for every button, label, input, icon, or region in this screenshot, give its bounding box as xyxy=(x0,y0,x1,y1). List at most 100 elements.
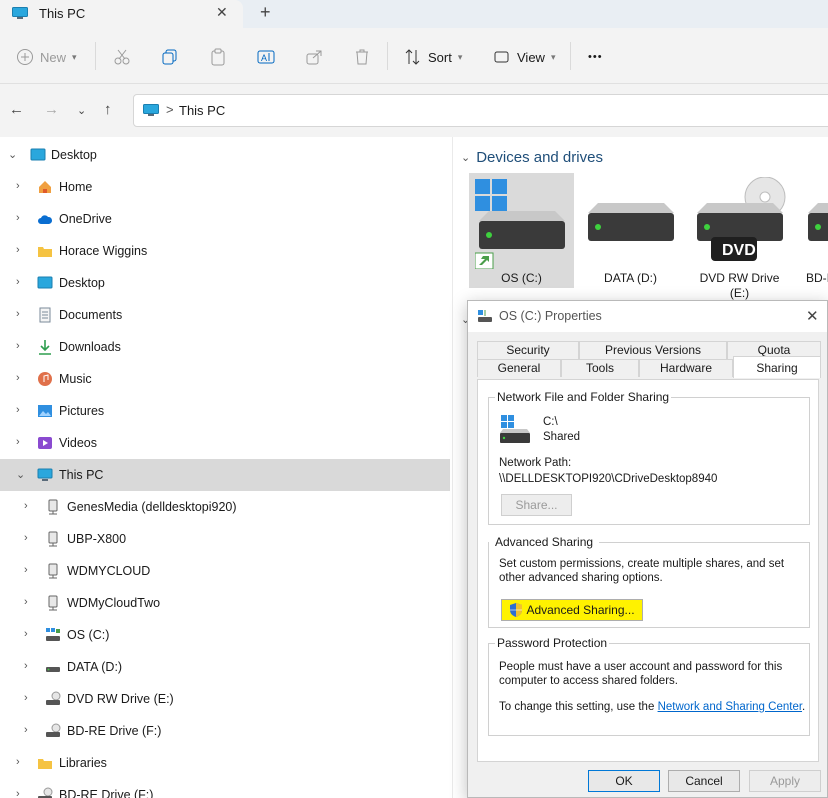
address-bar[interactable]: > This PC xyxy=(133,94,828,127)
tab-security[interactable]: Security xyxy=(477,341,579,359)
nav-item-desktop-root[interactable]: ⌄ Desktop xyxy=(0,139,450,171)
delete-button[interactable] xyxy=(353,46,371,68)
tab-previous-versions[interactable]: Previous Versions xyxy=(579,341,727,359)
chevron-right-icon[interactable]: › xyxy=(16,308,20,320)
tab-close-icon[interactable]: ✕ xyxy=(216,4,228,21)
nav-item-music[interactable]: › Music xyxy=(0,363,450,395)
tab-this-pc[interactable]: This PC ✕ xyxy=(0,0,243,28)
nav-item-label: Desktop xyxy=(59,276,105,290)
chevron-right-icon[interactable]: › xyxy=(16,276,20,288)
chevron-down-icon: ⌄ xyxy=(461,152,471,164)
chevron-right-icon[interactable]: › xyxy=(16,340,20,352)
chevron-right-icon[interactable]: › xyxy=(24,660,28,672)
drive-bd-f[interactable]: BD-I xyxy=(796,173,828,288)
nav-item-dvd-rw-e[interactable]: › DVD RW Drive (E:) xyxy=(0,683,450,715)
network-path-label: Network Path: xyxy=(499,457,572,469)
this-pc-icon xyxy=(143,104,159,116)
drive-data-d[interactable]: DATA (D:) xyxy=(578,173,683,288)
rename-button[interactable]: A xyxy=(257,46,275,68)
new-button[interactable]: New ▾ xyxy=(16,46,77,68)
more-options-button[interactable]: ••• xyxy=(588,46,603,68)
share-button[interactable]: Share... xyxy=(501,494,572,516)
chevron-right-icon[interactable]: › xyxy=(16,404,20,416)
hard-drive-icon xyxy=(588,203,674,241)
tab-general[interactable]: General xyxy=(477,359,561,377)
nav-item-label: WDMYCLOUD xyxy=(67,564,151,578)
tab-hardware[interactable]: Hardware xyxy=(639,359,733,377)
chevron-right-icon[interactable]: › xyxy=(24,532,28,544)
chevron-right-icon[interactable]: › xyxy=(24,500,28,512)
nav-item-os-c[interactable]: › OS (C:) xyxy=(0,619,450,651)
nav-item-this-pc[interactable]: ⌄ This PC xyxy=(0,459,450,491)
chevron-down-icon[interactable]: ⌄ xyxy=(16,468,25,481)
chevron-right-icon[interactable]: › xyxy=(16,244,20,256)
chevron-right-icon[interactable]: › xyxy=(24,564,28,576)
chevron-right-icon[interactable]: › xyxy=(24,692,28,704)
nav-item-data-d[interactable]: › DATA (D:) xyxy=(0,651,450,683)
chevron-right-icon[interactable]: › xyxy=(16,436,20,448)
document-icon xyxy=(39,307,51,323)
network-drive-icon xyxy=(48,595,58,611)
forward-arrow-icon[interactable]: → xyxy=(44,101,59,118)
sort-button[interactable]: Sort ▾ xyxy=(404,46,462,68)
cancel-button[interactable]: Cancel xyxy=(668,770,740,792)
share-button[interactable] xyxy=(305,46,323,68)
back-arrow-icon[interactable]: ← xyxy=(9,101,24,118)
chevron-right-icon[interactable]: › xyxy=(16,788,20,798)
tab-sharing[interactable]: Sharing xyxy=(733,356,821,378)
breadcrumb-this-pc[interactable]: This PC xyxy=(179,103,225,118)
shared-drive-icon xyxy=(500,415,530,443)
copy-button[interactable] xyxy=(161,46,179,68)
network-sharing-center-link[interactable]: Network and Sharing Center xyxy=(658,701,802,713)
chevron-down-icon[interactable]: ⌄ xyxy=(8,148,17,161)
cut-button[interactable] xyxy=(113,46,131,68)
view-label: View xyxy=(517,49,545,65)
drive-dvd-e[interactable]: DVD DVD RW Drive (E:) xyxy=(687,173,792,300)
nav-item-ubp-x800[interactable]: › UBP-X800 xyxy=(0,523,450,555)
disc-drive-icon xyxy=(46,691,61,705)
nav-item-desktop[interactable]: › Desktop xyxy=(0,267,450,299)
paste-button[interactable] xyxy=(209,46,227,68)
nav-item-label: UBP-X800 xyxy=(67,532,127,546)
chevron-right-icon[interactable]: › xyxy=(24,596,28,608)
nav-item-onedrive[interactable]: › OneDrive xyxy=(0,203,450,235)
nav-item-wdmycloudtwo[interactable]: › WDMyCloudTwo xyxy=(0,587,450,619)
ok-button[interactable]: OK xyxy=(588,770,660,792)
chevron-right-icon[interactable]: › xyxy=(24,724,28,736)
tab-tools[interactable]: Tools xyxy=(561,359,639,377)
nav-item-bd-re-f-2[interactable]: › BD-RE Drive (F:) xyxy=(0,779,450,798)
advanced-sharing-group: Advanced Sharing Set custom permissions,… xyxy=(488,532,810,628)
up-arrow-icon[interactable]: ↑ xyxy=(104,101,112,118)
view-button[interactable]: View ▾ xyxy=(493,46,555,68)
copy-icon xyxy=(162,49,177,65)
chevron-right-icon[interactable]: › xyxy=(16,180,20,192)
devices-and-drives-header[interactable]: ⌄ Devices and drives xyxy=(461,149,603,166)
nav-item-libraries[interactable]: › Libraries xyxy=(0,747,450,779)
nav-item-label: This PC xyxy=(59,468,104,482)
nav-item-pictures[interactable]: › Pictures xyxy=(0,395,450,427)
navigation-pane: ⌄ Desktop › Home › OneDrive › Horace Wiggins › De… xyxy=(0,137,452,798)
svg-text:A: A xyxy=(261,53,267,63)
nav-item-documents[interactable]: › Documents xyxy=(0,299,450,331)
toolbar-divider xyxy=(570,42,571,70)
chevron-right-icon[interactable]: › xyxy=(16,372,20,384)
drive-os-c[interactable]: OS (C:) xyxy=(469,173,574,288)
nav-item-genesmedia[interactable]: › GenesMedia (delldesktopi920) xyxy=(0,491,450,523)
recent-locations-chevron-icon[interactable]: ⌄ xyxy=(77,104,86,117)
nav-item-videos[interactable]: › Videos xyxy=(0,427,450,459)
navigation-row: ← → ⌄ ↑ > This PC xyxy=(0,84,828,136)
advanced-sharing-button[interactable]: Advanced Sharing... xyxy=(501,599,643,621)
nav-item-downloads[interactable]: › Downloads xyxy=(0,331,450,363)
chevron-right-icon[interactable]: › xyxy=(24,628,28,640)
dialog-close-icon[interactable]: ✕ xyxy=(806,307,819,325)
tab-row-bottom: General Tools Hardware Sharing xyxy=(477,356,825,378)
chevron-right-icon[interactable]: › xyxy=(16,756,20,768)
nav-item-bd-re-f[interactable]: › BD-RE Drive (F:) xyxy=(0,715,450,747)
nav-item-home[interactable]: › Home xyxy=(0,171,450,203)
new-tab-icon[interactable]: + xyxy=(260,2,271,23)
chevron-down-icon: ▾ xyxy=(72,51,77,62)
apply-button[interactable]: Apply xyxy=(749,770,821,792)
nav-item-wdmycloud[interactable]: › WDMYCLOUD xyxy=(0,555,450,587)
chevron-right-icon[interactable]: › xyxy=(16,212,20,224)
nav-item-horace-wiggins[interactable]: › Horace Wiggins xyxy=(0,235,450,267)
